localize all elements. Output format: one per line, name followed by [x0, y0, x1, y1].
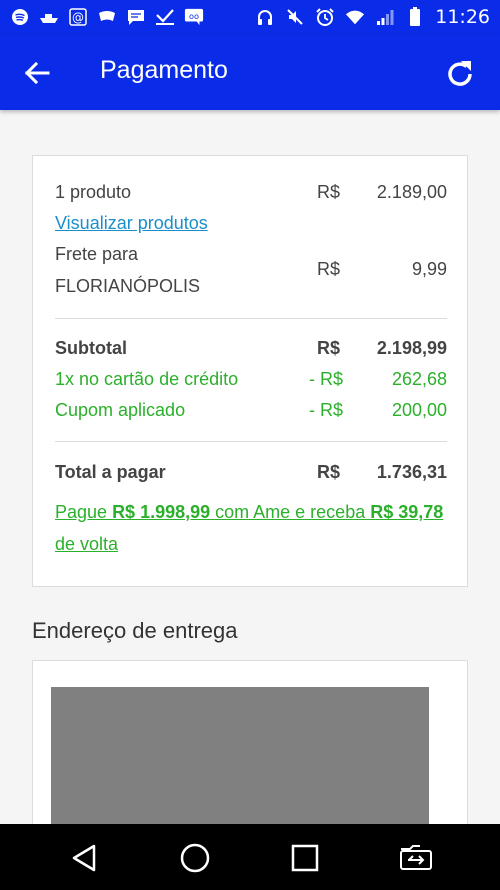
tag-icon [97, 8, 117, 26]
download-check-icon [155, 8, 175, 26]
shipping-currency: R$ [317, 259, 341, 279]
products-value: 2.189,00 [376, 182, 447, 202]
shipping-city: FLORIANÓPOLIS [55, 276, 201, 296]
shipping-label: Frete para [55, 244, 139, 264]
subtotal-currency: R$ [317, 338, 341, 358]
nav-home-button[interactable] [175, 838, 215, 878]
recents-square-icon [291, 844, 319, 872]
ame-middle: com Ame e receba [210, 502, 371, 522]
wifi-icon [345, 8, 365, 26]
battery-icon [405, 7, 425, 26]
nav-back-button[interactable] [64, 838, 104, 878]
nav-switch-sim-button[interactable] [396, 838, 436, 878]
back-triangle-icon [72, 844, 96, 872]
order-summary-card: 1 produto R$ 2.189,00 Visualizar produto… [32, 155, 468, 587]
total-currency: R$ [317, 462, 341, 482]
home-circle-icon [180, 843, 210, 873]
shipping-row: Frete para FLORIANÓPOLIS R$ 9,99 [55, 244, 447, 302]
coupon-currency: - R$ [309, 400, 344, 420]
delivery-section-title: Endereço de entrega [32, 618, 238, 643]
ame-suffix: de volta [55, 534, 119, 554]
shipping-value: 9,99 [411, 259, 447, 279]
refresh-button[interactable] [440, 54, 480, 94]
ame-prefix: Pague [55, 502, 113, 522]
message-icon [126, 8, 146, 26]
alarm-icon [315, 8, 335, 26]
coupon-value: 200,00 [391, 400, 447, 420]
delivery-card [32, 660, 468, 847]
nav-recents-button[interactable] [285, 838, 325, 878]
arrow-left-icon [24, 61, 50, 85]
page-title: Pagamento [100, 56, 228, 84]
divider [55, 441, 447, 442]
switch-sim-icon [400, 845, 432, 870]
chat-icon: oo [184, 8, 204, 26]
subtotal-label: Subtotal [55, 338, 127, 358]
back-button[interactable] [20, 56, 54, 90]
ame-cashback: R$ 39,78 [370, 502, 444, 522]
card-discount-row: 1x no cartão de crédito - R$ 262,68 [55, 369, 447, 390]
products-row: 1 produto R$ 2.189,00 [55, 182, 447, 203]
subtotal-value: 2.198,99 [376, 338, 447, 358]
status-time: 11:26 [435, 6, 490, 28]
coupon-label: Cupom aplicado [55, 400, 186, 420]
spotify-icon [10, 8, 30, 26]
svg-text:@: @ [72, 11, 84, 25]
total-row: Total a pagar R$ 1.736,31 [55, 462, 447, 483]
divider [55, 318, 447, 319]
refresh-icon [448, 61, 472, 86]
svg-text:oo: oo [189, 11, 199, 21]
boat-icon [39, 8, 59, 26]
card-discount-label: 1x no cartão de crédito [55, 369, 239, 389]
app-bar: Pagamento [0, 34, 500, 110]
total-label: Total a pagar [55, 462, 166, 482]
total-value: 1.736,31 [376, 462, 447, 482]
subtotal-row: Subtotal R$ 2.198,99 [55, 338, 447, 359]
ame-cashback-link[interactable]: Pague R$ 1.998,99 com Ame e receba R$ 39… [55, 496, 455, 560]
coupon-row: Cupom aplicado - R$ 200,00 [55, 400, 447, 421]
status-bar: @ oo 11:26 [0, 0, 500, 34]
card-discount-value: 262,68 [391, 369, 447, 389]
card-discount-currency: - R$ [309, 369, 344, 389]
map-placeholder[interactable] [51, 687, 429, 847]
mute-icon [285, 8, 305, 26]
ame-amount: R$ 1.998,99 [112, 502, 211, 522]
navigation-bar [0, 824, 500, 890]
headphones-icon [255, 8, 275, 26]
at-icon: @ [68, 8, 88, 26]
signal-icon [375, 8, 395, 26]
products-label: 1 produto [55, 182, 132, 202]
view-products-link[interactable]: Visualizar produtos [55, 213, 447, 234]
products-currency: R$ [317, 182, 341, 202]
